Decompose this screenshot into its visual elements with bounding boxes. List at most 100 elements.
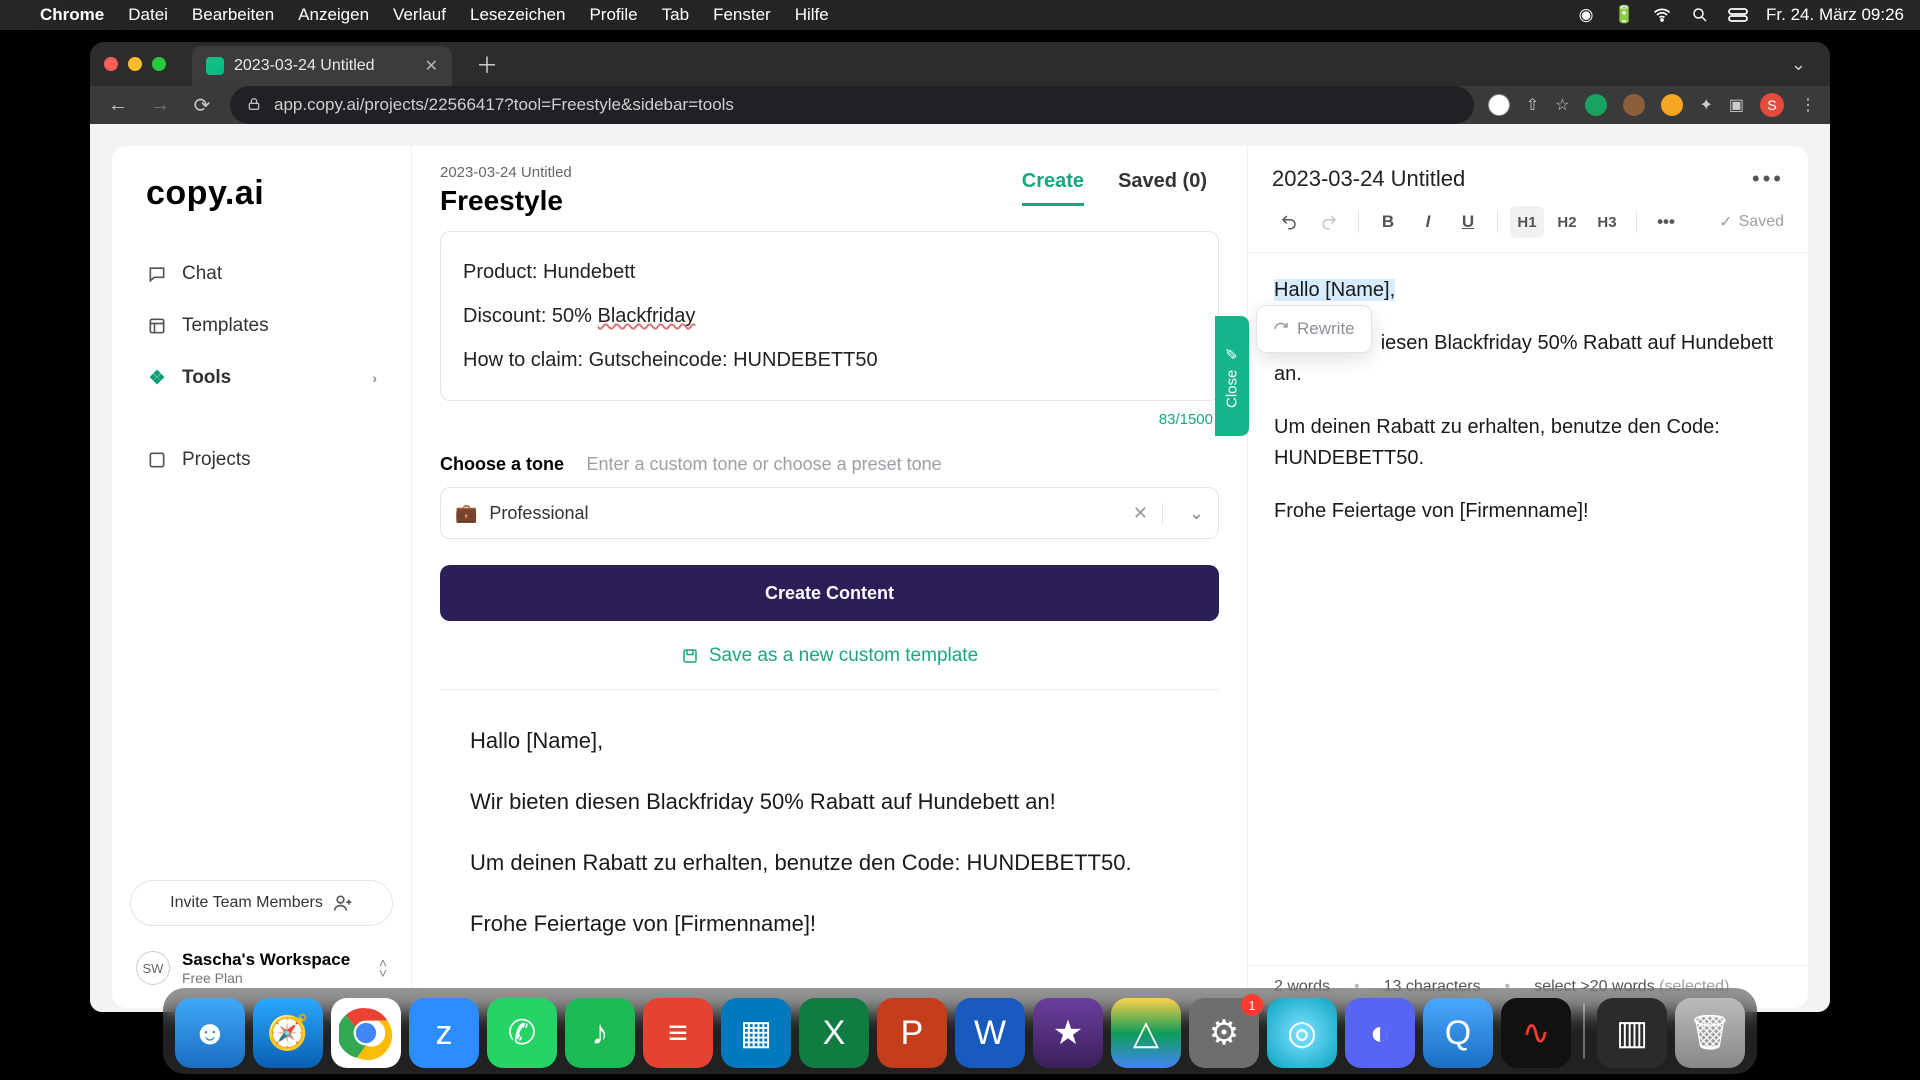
app-logo[interactable]: copy.ai [130, 174, 393, 213]
battery-icon[interactable]: 🔋 [1614, 5, 1634, 25]
ext-orange-icon[interactable] [1661, 94, 1683, 116]
dock-settings-icon[interactable]: ⚙1 [1189, 998, 1259, 1068]
chrome-menu-icon[interactable]: ⋮ [1800, 95, 1816, 115]
ext-translate-icon[interactable] [1488, 94, 1510, 116]
menu-lesezeichen[interactable]: Lesezeichen [470, 5, 565, 25]
sidebar-item-templates[interactable]: Templates [130, 303, 393, 349]
wifi-icon[interactable] [1652, 5, 1672, 25]
tab-create[interactable]: Create [1022, 170, 1084, 206]
undo-button[interactable] [1272, 206, 1306, 238]
tone-clear-button[interactable]: ✕ [1119, 503, 1163, 524]
window-minimize-icon[interactable] [128, 57, 142, 71]
control-center-icon[interactable] [1728, 5, 1748, 25]
prompt-input[interactable]: Product: Hundebett Discount: 50% Blackfr… [440, 231, 1219, 401]
toolbar-more-icon[interactable]: ••• [1649, 206, 1683, 238]
nav-forward-button[interactable]: → [146, 94, 174, 117]
record-icon[interactable]: ◉ [1576, 5, 1596, 25]
favicon-icon [206, 57, 224, 75]
dock-app-icon[interactable]: ▥ [1597, 998, 1667, 1068]
menu-profile[interactable]: Profile [589, 5, 637, 25]
redo-button[interactable] [1312, 206, 1346, 238]
dock-excel-icon[interactable]: X [799, 998, 869, 1068]
dock-zoom-icon[interactable]: z [409, 998, 479, 1068]
h3-button[interactable]: H3 [1590, 206, 1624, 238]
dock-todoist-icon[interactable]: ≡ [643, 998, 713, 1068]
mac-dock: ☻ 🧭 z ✆ ♪ ≡ ▦ X P W ★ △ ⚙1 ◎ ◐ Q ∿ ▥ 🗑 [163, 988, 1757, 1074]
editor-title[interactable]: 2023-03-24 Untitled [1272, 166, 1465, 192]
dock-spotify-icon[interactable]: ♪ [565, 998, 635, 1068]
dock-safari-icon[interactable]: 🧭 [253, 998, 323, 1068]
italic-button[interactable]: I [1411, 206, 1445, 238]
extensions-puzzle-icon[interactable]: ✦ [1699, 95, 1712, 115]
dock-powerpoint-icon[interactable]: P [877, 998, 947, 1068]
dock-trello-icon[interactable]: ▦ [721, 998, 791, 1068]
save-template-link[interactable]: Save as a new custom template [440, 645, 1219, 690]
dock-word-icon[interactable]: W [955, 998, 1025, 1068]
left-nav: copy.ai Chat Templates ❖ Tools › [112, 146, 412, 1008]
ext-share-icon[interactable]: ⇧ [1526, 95, 1539, 115]
editor-line: Frohe Feiertage von [Firmenname]! [1274, 496, 1782, 527]
sidebar-item-chat[interactable]: Chat [130, 251, 393, 297]
editor-content[interactable]: Hallo [Name], Wir bieten diesen Blackfri… [1248, 253, 1808, 965]
dock-siri-icon[interactable]: ◎ [1267, 998, 1337, 1068]
sidebar-item-projects[interactable]: Projects [130, 437, 393, 483]
dock-finder-icon[interactable]: ☻ [175, 998, 245, 1068]
window-close-icon[interactable] [104, 57, 118, 71]
profile-avatar[interactable]: S [1760, 93, 1784, 117]
editor-selection: Hallo [Name], [1274, 279, 1395, 301]
menu-anzeigen[interactable]: Anzeigen [298, 5, 369, 25]
address-bar[interactable]: app.copy.ai/projects/22566417?tool=Frees… [230, 86, 1474, 124]
close-sidebar-tab[interactable]: Close ✎ [1215, 316, 1249, 436]
dock-voicememos-icon[interactable]: ∿ [1501, 998, 1571, 1068]
tab-close-icon[interactable]: ✕ [425, 56, 438, 76]
dock-chrome-icon[interactable] [331, 998, 401, 1068]
tabs-overflow-icon[interactable]: ⌄ [1791, 54, 1816, 75]
create-content-button[interactable]: Create Content [440, 565, 1219, 621]
menu-hilfe[interactable]: Hilfe [795, 5, 829, 25]
window-controls[interactable] [104, 57, 166, 71]
tab-saved[interactable]: Saved (0) [1118, 170, 1207, 206]
sidebar-item-label: Chat [182, 263, 222, 285]
dock-whatsapp-icon[interactable]: ✆ [487, 998, 557, 1068]
dock-discord-icon[interactable]: ◐ [1345, 998, 1415, 1068]
center-panel: 2023-03-24 Untitled Freestyle Create Sav… [412, 146, 1248, 1008]
dock-trash-icon[interactable]: 🗑 [1675, 998, 1745, 1068]
underline-button[interactable]: U [1451, 206, 1485, 238]
sidebar-item-label: Tools [182, 367, 231, 389]
bold-button[interactable]: B [1371, 206, 1405, 238]
nav-back-button[interactable]: ← [104, 94, 132, 117]
dock-quicktime-icon[interactable]: Q [1423, 998, 1493, 1068]
rewrite-popover[interactable]: Rewrite [1256, 305, 1372, 353]
rewrite-label: Rewrite [1297, 316, 1355, 342]
browser-tab[interactable]: 2023-03-24 Untitled ✕ [192, 46, 452, 86]
invite-team-button[interactable]: Invite Team Members [130, 880, 393, 926]
tone-value: Professional [489, 503, 588, 524]
window-zoom-icon[interactable] [152, 57, 166, 71]
dock-drive-icon[interactable]: △ [1111, 998, 1181, 1068]
tools-icon: ❖ [146, 367, 168, 389]
menu-fenster[interactable]: Fenster [713, 5, 771, 25]
sidepanel-icon[interactable]: ▣ [1729, 95, 1744, 115]
menubar-clock[interactable]: Fr. 24. März 09:26 [1766, 5, 1904, 25]
workspace-switcher[interactable]: SW Sascha's Workspace Free Plan ˄˅ [130, 946, 393, 990]
editor-more-icon[interactable]: ••• [1752, 166, 1784, 192]
menu-verlauf[interactable]: Verlauf [393, 5, 446, 25]
generated-output[interactable]: Hallo [Name], Wir bieten diesen Blackfri… [440, 690, 1219, 1008]
chevron-down-icon[interactable]: ⌄ [1175, 503, 1204, 524]
ext-green-icon[interactable] [1585, 94, 1607, 116]
tone-select[interactable]: 💼 Professional ✕ ⌄ [440, 487, 1219, 539]
sidebar-item-tools[interactable]: ❖ Tools › [130, 355, 393, 401]
spotlight-icon[interactable] [1690, 5, 1710, 25]
ext-brown-icon[interactable] [1623, 94, 1645, 116]
dock-imovie-icon[interactable]: ★ [1033, 998, 1103, 1068]
new-tab-button[interactable]: ＋ [466, 42, 508, 86]
h1-button[interactable]: H1 [1510, 206, 1544, 238]
menu-bearbeiten[interactable]: Bearbeiten [192, 5, 274, 25]
menubar-appname[interactable]: Chrome [40, 5, 104, 25]
menu-tab[interactable]: Tab [662, 5, 689, 25]
gen-line: Frohe Feiertage von [Firmenname]! [470, 907, 1209, 940]
h2-button[interactable]: H2 [1550, 206, 1584, 238]
ext-star-icon[interactable]: ☆ [1555, 95, 1569, 115]
menu-datei[interactable]: Datei [128, 5, 168, 25]
nav-reload-button[interactable]: ⟳ [188, 93, 216, 118]
